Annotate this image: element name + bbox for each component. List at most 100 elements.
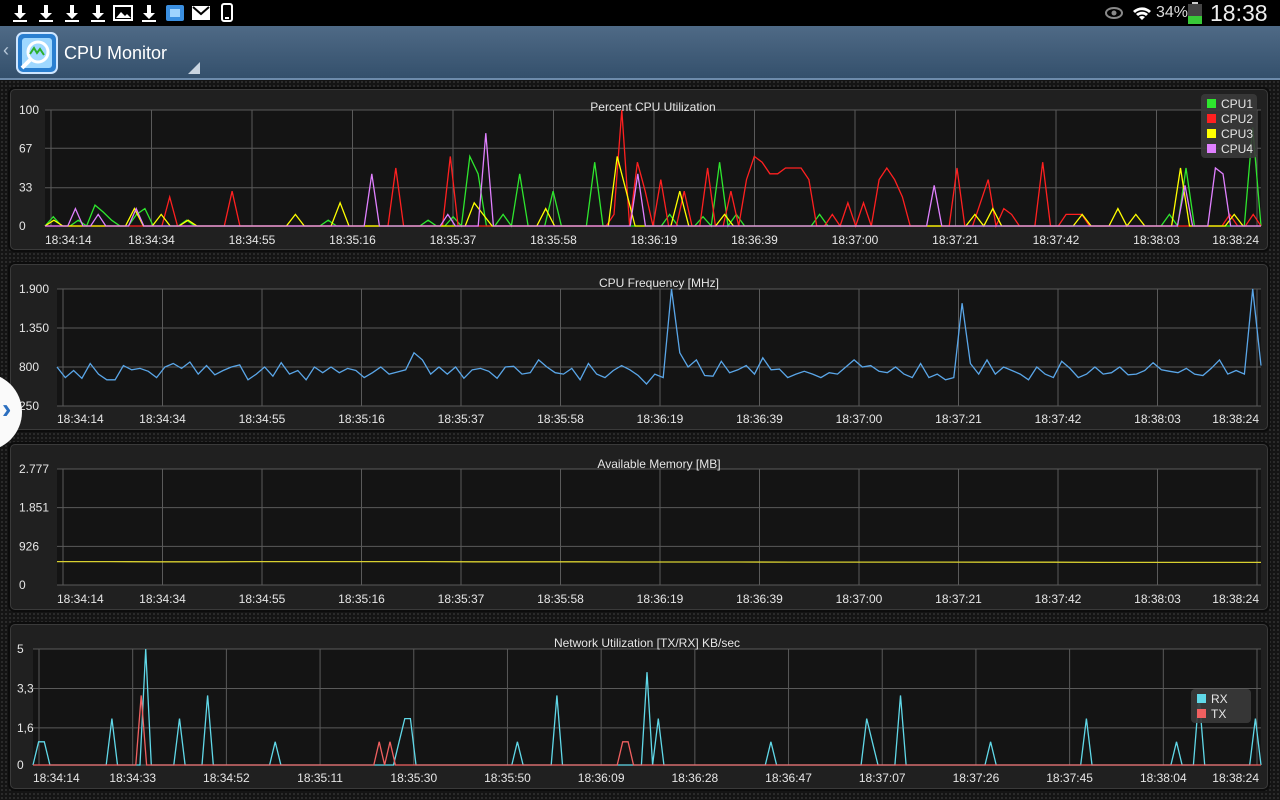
y-tick-label: 926 xyxy=(19,539,39,553)
x-tick-label: 18:37:42 xyxy=(1035,412,1082,426)
download-icon xyxy=(142,5,156,22)
chart-title: CPU Frequency [MHz] xyxy=(599,276,719,290)
app-icon xyxy=(166,5,184,21)
y-tick-label: 2.777 xyxy=(19,462,49,476)
cpu-frequency-panel: 1.900 1.350 800 250 18:34:14 18:34:34 18:34:55… xyxy=(10,264,1268,430)
x-tick-label: 18:36:39 xyxy=(731,233,778,247)
battery-percent: 34% xyxy=(1156,4,1189,21)
x-tick-label: 18:34:34 xyxy=(139,412,186,426)
y-tick-label: 67 xyxy=(19,141,33,155)
usb-icon xyxy=(221,3,233,22)
x-tick-label: 18:34:52 xyxy=(203,771,250,785)
download-icon xyxy=(13,5,27,22)
download-icon xyxy=(65,5,79,22)
x-tick-label: 18:34:14 xyxy=(33,771,80,785)
available-memory-panel: 2.777 1.851 926 0 18:34:14 18:34:34 18:34:55 18… xyxy=(10,444,1268,610)
x-tick-label: 18:37:21 xyxy=(935,412,982,426)
x-tick-label: 18:34:14 xyxy=(57,412,104,426)
x-tick-label: 18:35:37 xyxy=(438,412,485,426)
y-tick-label: 1.851 xyxy=(19,501,49,515)
x-tick-label: 18:38:24 xyxy=(1212,233,1259,247)
x-tick-label: 18:37:00 xyxy=(836,592,883,606)
x-tick-label: 18:35:58 xyxy=(537,592,584,606)
x-tick-label: 18:36:39 xyxy=(736,412,783,426)
x-tick-label: 18:35:58 xyxy=(530,233,577,247)
network-utilization-panel: 5 3,3 1,6 0 18:34:14 18:34:33 18:34:52 18:35:11… xyxy=(10,624,1268,789)
legend-label: CPU1 xyxy=(1221,97,1253,111)
chart-title: Network Utilization [TX/RX] KB/sec xyxy=(554,636,740,650)
y-tick-label: 3,3 xyxy=(17,681,34,695)
x-tick-label: 18:36:09 xyxy=(578,771,625,785)
action-bar: ‹ CPU Monitor xyxy=(0,26,1280,80)
x-tick-label: 18:36:19 xyxy=(637,592,684,606)
x-tick-label: 18:37:42 xyxy=(1033,233,1080,247)
download-icon xyxy=(91,5,105,22)
x-tick-label: 18:38:04 xyxy=(1140,771,1187,785)
x-tick-label: 18:35:58 xyxy=(537,412,584,426)
chart-title: Available Memory [MB] xyxy=(597,457,720,471)
x-tick-label: 18:35:16 xyxy=(338,412,385,426)
y-tick-label: 33 xyxy=(19,181,33,195)
dropdown-indicator-icon[interactable] xyxy=(188,62,200,74)
x-tick-label: 18:36:39 xyxy=(736,592,783,606)
y-tick-label: 5 xyxy=(17,642,24,656)
legend-swatch xyxy=(1207,144,1216,153)
y-tick-label: 100 xyxy=(19,103,39,117)
picture-icon xyxy=(113,5,133,21)
legend-swatch xyxy=(1197,709,1206,718)
legend-swatch xyxy=(1197,694,1206,703)
download-icon xyxy=(39,5,53,22)
x-tick-label: 18:36:47 xyxy=(765,771,812,785)
x-tick-label: 18:38:03 xyxy=(1134,592,1181,606)
x-tick-label: 18:35:37 xyxy=(438,592,485,606)
x-tick-label: 18:38:24 xyxy=(1212,771,1259,785)
x-tick-label: 18:35:30 xyxy=(390,771,437,785)
x-tick-label: 18:37:07 xyxy=(859,771,906,785)
series-line-main xyxy=(57,560,1261,564)
plot-area xyxy=(45,110,1261,226)
x-tick-label: 18:37:00 xyxy=(832,233,879,247)
x-tick-label: 18:34:34 xyxy=(128,233,175,247)
y-tick-label: 1.350 xyxy=(19,321,49,335)
cpu-monitor-app-icon[interactable] xyxy=(16,32,58,74)
plot-area xyxy=(33,649,1261,765)
legend-label: TX xyxy=(1211,707,1226,721)
legend-swatch xyxy=(1207,129,1216,138)
x-tick-label: 18:35:37 xyxy=(430,233,477,247)
x-tick-label: 18:38:24 xyxy=(1212,412,1259,426)
x-tick-label: 18:38:03 xyxy=(1134,412,1181,426)
chevron-right-icon: › xyxy=(2,393,12,424)
x-tick-label: 18:34:55 xyxy=(229,233,276,247)
x-tick-label: 18:37:42 xyxy=(1035,592,1082,606)
x-tick-label: 18:34:34 xyxy=(139,592,186,606)
clock: 18:38 xyxy=(1210,0,1268,26)
x-tick-label: 18:37:00 xyxy=(836,412,883,426)
chart-title: Percent CPU Utilization xyxy=(590,100,715,114)
x-tick-label: 18:35:16 xyxy=(329,233,376,247)
wifi-icon xyxy=(1133,7,1151,20)
y-tick-label: 1,6 xyxy=(17,721,34,735)
available-memory-chart: 2.777 1.851 926 0 18:34:14 18:34:34 18:34:55 18… xyxy=(19,457,1261,606)
y-tick-label: 0 xyxy=(19,219,26,233)
x-tick-label: 18:36:28 xyxy=(671,771,718,785)
x-tick-label: 18:38:03 xyxy=(1133,233,1180,247)
x-tick-label: 18:38:24 xyxy=(1212,592,1259,606)
legend-label: CPU4 xyxy=(1221,142,1253,156)
plot-area xyxy=(57,469,1261,585)
x-tick-label: 18:34:14 xyxy=(57,592,104,606)
x-tick-label: 18:36:19 xyxy=(631,233,678,247)
x-tick-label: 18:34:55 xyxy=(239,412,286,426)
legend-label: CPU3 xyxy=(1221,127,1253,141)
cpu-utilization-chart: 100 67 33 0 18:34:14 18:34:34 18:34:55 18:35:16… xyxy=(19,94,1262,247)
x-tick-label: 18:37:21 xyxy=(935,592,982,606)
x-tick-label: 18:35:16 xyxy=(338,592,385,606)
battery-icon xyxy=(1188,2,1202,24)
x-tick-label: 18:34:14 xyxy=(45,233,92,247)
back-chevron-icon[interactable]: ‹ xyxy=(3,40,9,61)
x-tick-label: 18:34:33 xyxy=(109,771,156,785)
legend-swatch xyxy=(1207,114,1216,123)
y-tick-label: 0 xyxy=(17,758,24,772)
app-title: CPU Monitor xyxy=(64,43,168,63)
eye-icon xyxy=(1105,7,1123,19)
x-tick-label: 18:37:45 xyxy=(1046,771,1093,785)
